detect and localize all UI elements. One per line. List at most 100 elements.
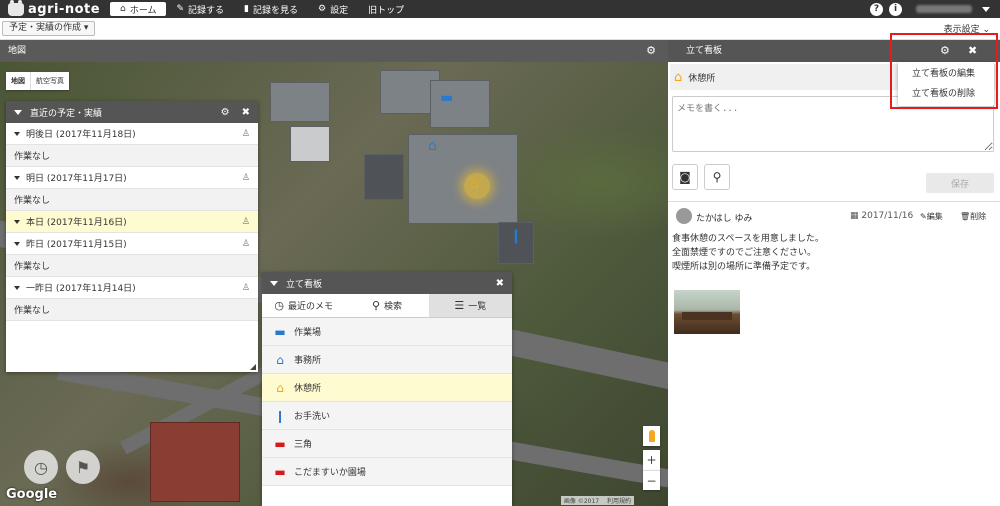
search-icon: ⚲ [371,299,381,312]
schedule-day-row[interactable]: 明後日 (2017年11月18日) ♙ [6,123,258,145]
collapse-icon[interactable] [14,109,22,115]
building [150,422,240,502]
collapse-icon[interactable] [270,280,278,286]
delete-button[interactable]: 🗑削除 [960,211,986,222]
add-board-button[interactable]: ⚑ [66,450,100,484]
tab-recent-memos[interactable]: ◷ 最近のメモ [262,294,345,317]
clock-button[interactable]: ◷ [24,450,58,484]
nav-view-records-label: 記録を見る [252,5,298,16]
zoom-in-button[interactable]: + [643,450,660,470]
create-plan-button[interactable]: 予定・実績の作成 ▾ [2,21,96,36]
help-icon[interactable]: ? [870,2,883,16]
gear-icon[interactable]: ⚙ [940,40,950,62]
nav-home-label: ホーム [129,5,157,16]
gear-icon[interactable]: ⚙ [221,107,230,118]
post-line: 喫煙所は別の場所に準備予定です。 [672,262,816,272]
menu-item-edit-board[interactable]: 立て看板の編集 [898,64,994,84]
delete-label: 削除 [970,212,987,221]
detail-header: 立て看板 ⚙ ✖ [668,40,1000,62]
chevron-down-icon[interactable] [982,6,990,12]
street-view-icon[interactable] [643,426,660,446]
chevron-down-icon [14,285,20,290]
nav-home[interactable]: ⌂ ホーム [110,2,167,16]
resize-handle-icon[interactable] [250,364,256,370]
save-button[interactable]: 保存 [926,173,994,193]
boards-tabs: ◷ 最近のメモ ⚲ 検索 ☰ 一覧 [262,294,512,318]
map-type-map[interactable]: 地図 [6,72,31,90]
post-line: 食事休憩のスペースを用意しました。 [672,234,824,244]
board-item-label: お手洗い [294,412,331,422]
building [364,154,404,200]
schedule-day-row-today[interactable]: 本日 (2017年11月16日) ♙ [6,211,258,233]
nav-old-top[interactable]: 旧トップ [358,0,414,18]
board-item-triangle[interactable]: ▬ 三角 [262,430,512,458]
schedule-day-row[interactable]: 明日 (2017年11月17日) ♙ [6,167,258,189]
building [290,126,330,162]
schedule-day-label: 明後日 (2017年11月18日) [26,130,136,140]
list-icon: ☰ [454,299,465,312]
chevron-down-icon [14,219,20,224]
clock-icon: ◷ [274,299,284,312]
close-icon[interactable]: ✖ [242,107,250,118]
building [270,82,330,122]
boards-panel: 立て看板 ✖ ◷ 最近のメモ ⚲ 検索 ☰ 一覧 ▬ 作業場 ⌂ 事務所 ⌂ 休… [262,272,512,506]
avatar [676,208,692,224]
schedule-day-content: 作業なし [6,255,258,277]
tab-list[interactable]: ☰ 一覧 [428,294,512,317]
google-logo: Google [6,487,58,502]
rest-area-pin-icon[interactable]: ⌂ [470,176,479,192]
schedule-panel-header: 直近の予定・実績 ⚙ ✖ [6,101,258,123]
gear-icon: ⚙ [317,4,327,14]
tab-recent-memos-label: 最近のメモ [287,302,333,312]
memo-post: たかはし ゆみ ▦ 2017/11/16 ✎編集 🗑削除 食事休憩のスペースを用… [668,201,1000,341]
workshop-pin-icon[interactable]: ▬ [440,90,453,106]
map-type-toggle: 地図 航空写真 [6,72,69,90]
nav-old-top-label: 旧トップ [368,5,405,16]
person-icon[interactable]: ♙ [242,129,250,139]
nav-view-records[interactable]: ▮ 記録を見る [234,0,308,18]
nav-record[interactable]: ✎ 記録する [166,0,234,18]
boards-panel-header: 立て看板 ✖ [262,272,512,294]
schedule-day-content: 作業なし [6,299,258,321]
board-item-office[interactable]: ⌂ 事務所 [262,346,512,374]
rest-area-icon: ⌂ [674,69,683,85]
board-item-rest-area[interactable]: ⌂ 休憩所 [262,374,512,402]
board-item-restroom[interactable]: ❙ お手洗い [262,402,512,430]
board-item-workshop[interactable]: ▬ 作業場 [262,318,512,346]
display-settings-button[interactable]: 表示設定 ⌄ [944,22,990,35]
edit-button[interactable]: ✎編集 [920,211,943,222]
map-gear-icon[interactable]: ⚙ [646,40,656,62]
map-attribution[interactable]: 画像 ©2017 利用規約 [560,496,634,505]
info-icon[interactable]: i [889,2,902,16]
nav-settings[interactable]: ⚙ 設定 [308,0,358,18]
display-settings-label: 表示設定 [943,25,980,35]
close-icon[interactable]: ✖ [496,278,504,289]
schedule-panel-title: 直近の予定・実績 [30,108,103,119]
attach-button[interactable]: ⚲ [704,164,730,190]
map-type-satellite[interactable]: 航空写真 [31,72,69,90]
tab-list-label: 一覧 [468,302,487,312]
restroom-pin-icon[interactable]: ❙ [510,228,522,244]
menu-item-delete-board[interactable]: 立て看板の削除 [898,84,994,104]
post-photo[interactable] [674,290,740,334]
brand[interactable]: agri-note [0,0,110,17]
person-icon[interactable]: ♙ [242,239,250,249]
post-date: ▦ 2017/11/16 [850,211,913,221]
person-icon[interactable]: ♙ [242,283,250,293]
user-name[interactable] [916,5,972,13]
person-icon[interactable]: ♙ [242,217,250,227]
person-icon[interactable]: ♙ [242,173,250,183]
board-item-field[interactable]: ▬ こだますいか園場 [262,458,512,486]
tab-search[interactable]: ⚲ 検索 [345,294,428,317]
office-icon: ⌂ [276,352,284,367]
close-icon[interactable]: ✖ [968,40,977,62]
schedule-day-row[interactable]: 昨日 (2017年11月15日) ♙ [6,233,258,255]
post-author: たかはし ゆみ [696,214,753,224]
camera-button[interactable]: ◙ [672,164,698,190]
edit-icon: ✎ [920,212,927,221]
office-pin-icon[interactable]: ⌂ [428,138,437,154]
board-item-label: 三角 [294,440,313,450]
tab-search-label: 検索 [384,302,403,312]
schedule-day-row[interactable]: 一昨日 (2017年11月14日) ♙ [6,277,258,299]
zoom-out-button[interactable]: − [643,470,660,490]
